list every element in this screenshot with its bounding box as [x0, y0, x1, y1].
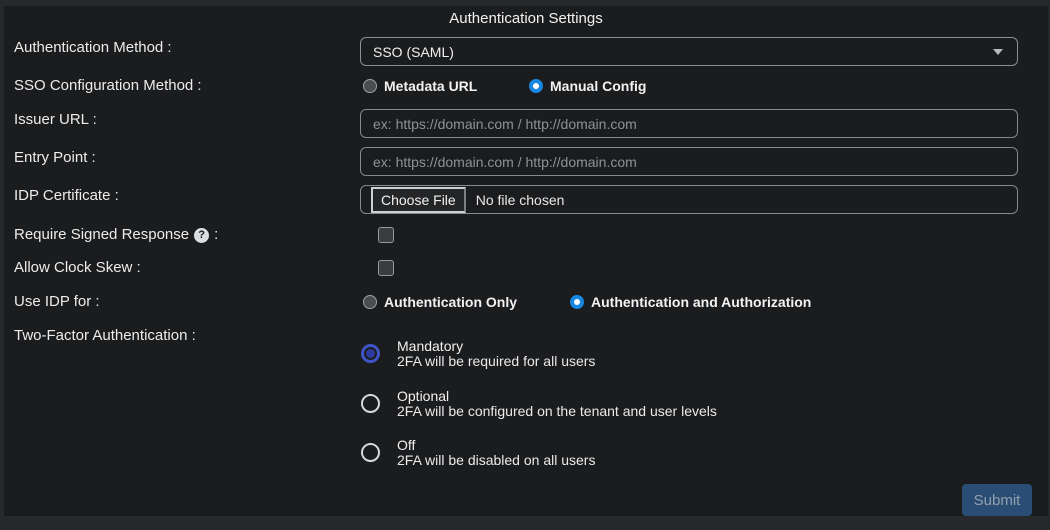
entry-point-input[interactable] [360, 147, 1018, 176]
radio-2fa-optional[interactable]: Optional 2FA will be configured on the t… [361, 388, 717, 419]
require-signed-response-text: Require Signed Response [14, 221, 189, 249]
authentication-method-select[interactable]: SSO (SAML) [360, 37, 1018, 66]
label-issuer-url: Issuer URL : [14, 106, 97, 134]
label-use-idp-for: Use IDP for : [14, 288, 100, 316]
2fa-off-description: 2FA will be disabled on all users [397, 453, 595, 468]
allow-clock-skew-checkbox[interactable] [378, 260, 394, 276]
radio-icon[interactable] [363, 295, 377, 309]
submit-button[interactable]: Submit [962, 484, 1032, 516]
help-question-icon[interactable]: ? [194, 228, 209, 243]
radio-2fa-mandatory[interactable]: Mandatory 2FA will be required for all u… [361, 338, 595, 369]
issuer-url-input[interactable] [360, 109, 1018, 138]
radio-authentication-and-authorization-label: Authentication and Authorization [591, 294, 811, 310]
2fa-off-title: Off [397, 438, 595, 453]
2fa-mandatory-title: Mandatory [397, 339, 595, 354]
require-signed-response-colon: : [214, 221, 218, 249]
file-chosen-status: No file chosen [476, 192, 565, 208]
2fa-optional-description: 2FA will be configured on the tenant and… [397, 404, 717, 419]
page-title: Authentication Settings [4, 10, 1048, 28]
require-signed-response-checkbox[interactable] [378, 227, 394, 243]
radio-icon[interactable] [570, 295, 584, 309]
radio-icon[interactable] [361, 394, 380, 413]
page: Authentication Settings Authentication M… [0, 0, 1050, 530]
label-entry-point: Entry Point : [14, 144, 96, 172]
idp-certificate-file-input[interactable]: Choose File No file chosen [360, 185, 1018, 214]
2fa-optional-title: Optional [397, 389, 717, 404]
label-authentication-method: Authentication Method : [14, 34, 172, 62]
authentication-settings-form: Authentication Settings Authentication M… [4, 6, 1048, 516]
radio-2fa-off[interactable]: Off 2FA will be disabled on all users [361, 437, 595, 468]
radio-manual-config[interactable]: Manual Config [529, 78, 646, 94]
radio-icon[interactable] [361, 344, 380, 363]
label-require-signed-response: Require Signed Response ? : [14, 221, 218, 249]
radio-authentication-only[interactable]: Authentication Only [363, 294, 517, 310]
label-sso-configuration-method: SSO Configuration Method : [14, 72, 202, 100]
radio-metadata-url[interactable]: Metadata URL [363, 78, 477, 94]
radio-authentication-only-label: Authentication Only [384, 294, 517, 310]
choose-file-button[interactable]: Choose File [371, 187, 466, 213]
authentication-method-value: SSO (SAML) [373, 44, 454, 60]
chevron-down-icon [993, 49, 1003, 55]
label-two-factor-authentication: Two-Factor Authentication : [14, 322, 196, 350]
radio-manual-config-label: Manual Config [550, 78, 646, 94]
radio-icon[interactable] [529, 79, 543, 93]
label-idp-certificate: IDP Certificate : [14, 182, 119, 210]
2fa-mandatory-description: 2FA will be required for all users [397, 354, 595, 369]
label-allow-clock-skew: Allow Clock Skew : [14, 254, 141, 282]
radio-metadata-url-label: Metadata URL [384, 78, 477, 94]
radio-authentication-and-authorization[interactable]: Authentication and Authorization [570, 294, 811, 310]
radio-icon[interactable] [361, 443, 380, 462]
radio-icon[interactable] [363, 79, 377, 93]
